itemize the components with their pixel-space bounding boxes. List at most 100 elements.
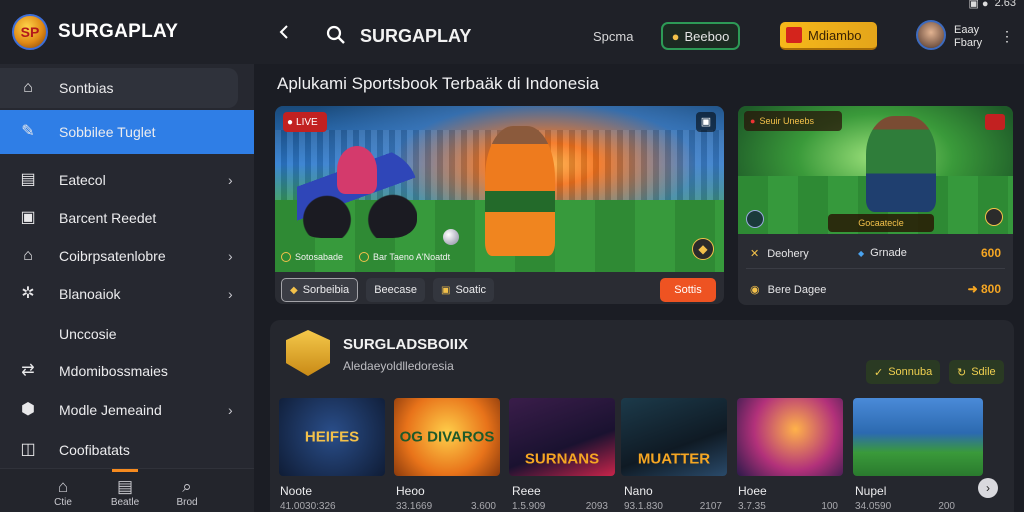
side-card-row-1[interactable]: ✕ Deohery [750,247,809,261]
sidebar-item-7[interactable]: ⇄ Mdomibossmaies [0,352,254,390]
coin-icon: ◉ [750,284,760,296]
game-tile-stat-left: 3.7.35 [738,501,766,512]
bookmark-icon[interactable]: ▣ [696,112,716,132]
hero-action-2[interactable]: ▣ Soatic [433,278,495,302]
gear-icon: ✲ [21,285,35,302]
sidebar-item-4[interactable]: ⌂ Coibrpsatenlobre › [0,237,254,275]
avatar[interactable] [916,20,946,50]
chevron-right-icon: › [228,286,233,302]
game-tile-stats: 3.7.35 100 [738,501,838,512]
bottom-nav-label: Brod [176,497,198,508]
game-tile-name: Heoo [396,484,425,498]
games-section-title: SURGLADSBOIIX [343,336,469,353]
sidebar: ⌂ Sontbias ✎ Sobbilee Tuglet ▤ Eatecol ›… [0,64,254,512]
status-bar: ▣ ● 2.63 [968,0,1016,10]
active-tab-indicator [112,469,138,472]
game-tile-stats: 34.0590 200 [855,501,955,512]
ticket-icon: ✎ [21,123,35,140]
hero-cta-button[interactable]: Sottis [660,278,716,302]
bottom-nav-search[interactable]: ⌕ Brod [162,477,212,508]
game-tile-3[interactable]: MUATTER [621,398,727,476]
hero-image: ● LIVE ▣ Sotosabade Bar Taeno A'Noatdt ◆ [275,106,724,272]
game-tile-title: OG DIVAROS [399,428,495,446]
hero-card[interactable]: ● LIVE ▣ Sotosabade Bar Taeno A'Noatdt ◆ … [275,106,724,304]
game-tile-stat-right: 2093 [585,501,608,512]
sidebar-item-label: Coofibatats [59,442,130,458]
green-pill-button[interactable]: ● Beeboo [661,22,740,50]
calendar-icon: ▤ [116,477,134,496]
hero-action-1[interactable]: Beecase [366,278,425,302]
side-card-odds-2[interactable]: ➜ 800 [968,282,1001,296]
arrow-icon: ➜ [967,282,981,296]
hero-action-label: Soatic [455,284,487,296]
hero-caption-left-text: Sotosabade [295,252,344,262]
coin-icon [359,252,370,262]
live-dot-icon: ● [750,116,756,126]
filter-chip-label: Sdile [971,366,996,378]
sidebar-item-9[interactable]: ◫ Coofibatats [0,431,254,469]
coin-icon [281,252,291,262]
side-card-row-2[interactable]: ◉ Bere Dagee [750,283,826,297]
coin-icon: ◆ [692,238,714,260]
game-tile-name: Nano [624,484,653,498]
game-tile-stat-left: 1.5.909 [512,501,546,512]
side-card-row1-left: Deohery [767,247,809,260]
user-info[interactable]: Eaay Fbary [954,24,982,50]
back-arrow-icon[interactable] [276,24,292,40]
game-tile-stat-right: 200 [938,501,955,512]
side-match-card[interactable]: ● Seuir Uneebs Gocaatecle ✕ Deohery ◆ Grn… [738,106,1013,305]
side-card-row-1-mid: ◆ Grnade [858,247,907,259]
refresh-icon: ↻ [957,366,967,379]
games-section-subtitle: Aledaeyoldlledoresia [343,359,454,373]
sidebar-item-8[interactable]: ⬢ Modle Jemeaind › [0,391,254,429]
game-tile-0[interactable]: HEIFES [279,398,385,476]
game-tile-4[interactable] [737,398,843,476]
game-tile-5[interactable] [853,398,983,476]
coin-icon [985,208,1003,226]
game-tile-1[interactable]: OG DIVAROS [394,398,500,476]
yellow-pill-label: Mdiambo [808,27,862,43]
game-tile-stat-right: 2107 [699,501,722,512]
game-tile-title: SURNANS [524,450,600,468]
more-icon[interactable]: ⋮ [1000,28,1014,45]
bottom-nav-home[interactable]: ⌂ Ctie [38,477,88,508]
yellow-pill-button[interactable]: Mdiambo [780,22,877,50]
divider [746,268,1005,269]
game-tile-stats: 41.0030:326 [280,501,378,512]
bottom-nav-calendar[interactable]: ▤ Beatle [100,477,150,508]
sidebar-item-label: Blanoaiok [59,286,121,302]
sidebar-item-2[interactable]: ▤ Eatecol › [0,161,254,199]
chevron-right-icon: › [228,248,233,264]
sidebar-item-3[interactable]: ▣ Barcent Reedet [0,199,254,237]
filter-chip-2[interactable]: ↻ Sdile [949,360,1004,384]
brand[interactable]: SP SURGAPLAY [12,14,178,50]
game-tile-name: Hoee [738,484,767,498]
header-link[interactable]: Spcma [593,29,633,44]
game-tile-stat-left: 93.1.830 [624,501,663,512]
sidebar-item-label: Mdomibossmaies [59,363,168,379]
filter-chip-1[interactable]: ✓ Sonnuba [866,360,941,384]
game-tile-stat-right: 100 [821,501,838,512]
green-pill-label: Beeboo [684,28,730,44]
game-tile-2[interactable]: SURNANS [509,398,615,476]
home-icon: ⌂ [57,477,69,496]
sidebar-item-label: Modle Jemeaind [59,402,162,418]
sidebar-item-5[interactable]: ✲ Blanoaiok › [0,275,254,313]
search-icon[interactable] [326,25,346,45]
sidebar-item-6[interactable]: Unccosie [0,315,254,353]
sidebar-item-label: Barcent Reedet [59,210,157,226]
sidebar-item-0[interactable]: ⌂ Sontbias [0,68,238,108]
top-bar: ▣ ● 2.63 SP SURGAPLAY SURGAPLAY Spcma ● … [0,0,1024,64]
hero-action-0[interactable]: ◆ Sorbeibia [281,278,359,302]
footballer-graphic [485,126,555,256]
side-card-badge: ● Seuir Uneebs [744,111,842,131]
game-tile-stat-left: 41.0030:326 [280,501,336,512]
game-tile-title: HEIFES [304,428,360,446]
swap-icon: ⇄ [21,362,35,379]
side-card-odds-1[interactable]: 600 [981,246,1001,260]
brand-logo: SP [12,14,48,50]
sidebar-item-label: Sontbias [59,80,114,96]
sidebar-item-1[interactable]: ✎ Sobbilee Tuglet [0,110,254,154]
live-badge-label: LIVE [296,116,318,128]
next-page-icon[interactable]: › [978,478,998,498]
